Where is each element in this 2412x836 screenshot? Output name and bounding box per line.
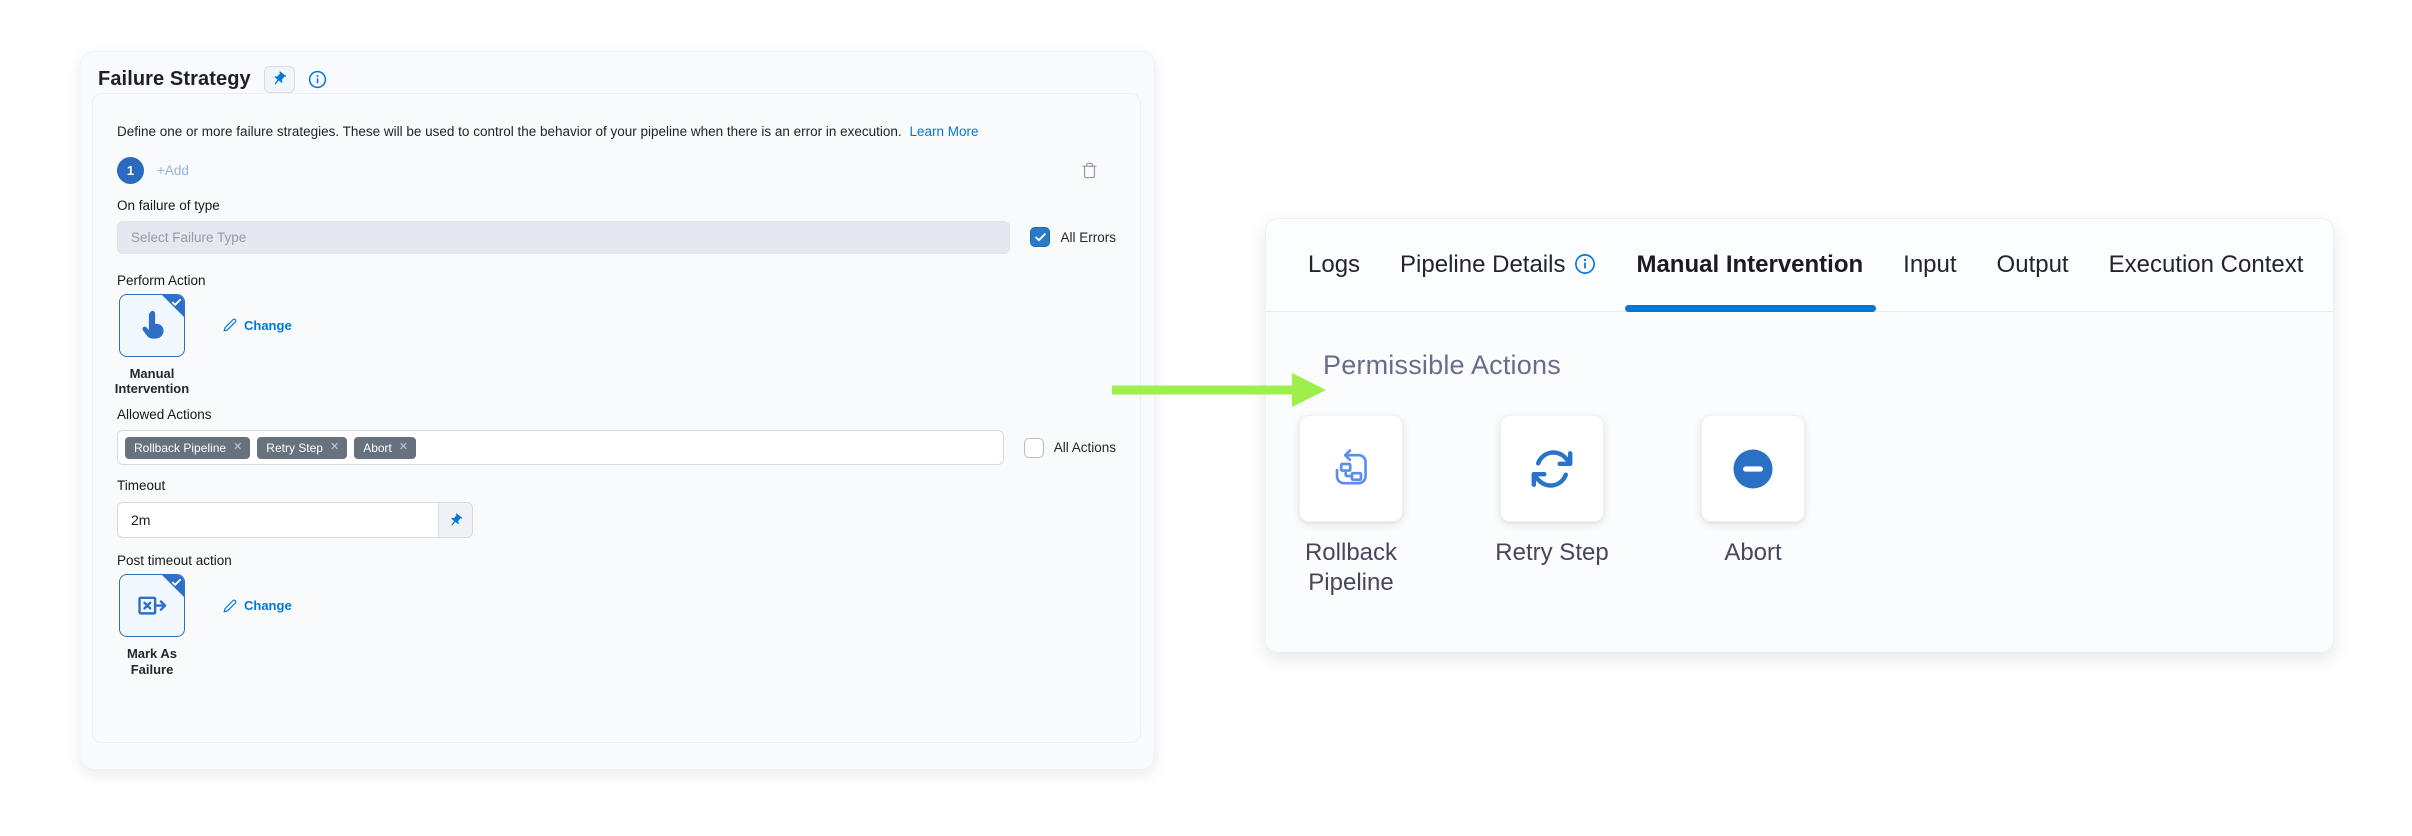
- tag-label: Rollback Pipeline: [134, 441, 226, 455]
- tag-abort: Abort ✕: [354, 437, 416, 459]
- timeout-input[interactable]: [117, 502, 439, 538]
- change-post-timeout-link[interactable]: Change: [223, 598, 292, 613]
- tab-label: Pipeline Details: [1400, 251, 1565, 279]
- allowed-actions-label: Allowed Actions: [117, 407, 1116, 422]
- all-actions-label: All Actions: [1054, 440, 1116, 455]
- remove-tag-button[interactable]: ✕: [330, 442, 339, 453]
- retry-step-icon: [1529, 446, 1575, 492]
- allowed-actions-row: Rollback Pipeline ✕ Retry Step ✕ Abort ✕…: [117, 430, 1116, 465]
- action-label: Retry Step: [1495, 538, 1608, 568]
- strategy-number-badge[interactable]: 1: [117, 157, 144, 184]
- all-actions-checkbox-group[interactable]: All Actions: [1024, 438, 1116, 458]
- all-errors-checkbox[interactable]: [1030, 227, 1050, 247]
- rollback-pipeline-button[interactable]: [1299, 415, 1403, 522]
- change-action-link[interactable]: Change: [223, 318, 292, 333]
- tag-label: Abort: [363, 441, 392, 455]
- permissible-action-rollback-pipeline: Rollback Pipeline: [1276, 415, 1426, 598]
- pencil-icon: [223, 599, 237, 613]
- all-errors-label: All Errors: [1060, 230, 1116, 245]
- tab-manual-intervention[interactable]: Manual Intervention: [1636, 219, 1863, 312]
- failure-type-row: All Errors: [117, 221, 1116, 254]
- post-timeout-row: Mark As Failure Change: [117, 574, 1116, 677]
- pin-icon: [271, 71, 287, 87]
- info-icon[interactable]: [308, 70, 327, 89]
- timeout-label: Timeout: [117, 478, 1116, 493]
- add-strategy-button[interactable]: +Add: [157, 163, 189, 178]
- tab-label: Output: [1997, 251, 2069, 279]
- perform-action-row: Manual Intervention Change: [117, 294, 1116, 397]
- perform-action-value: Manual Intervention: [112, 366, 192, 397]
- tab-output[interactable]: Output: [1997, 219, 2069, 312]
- all-actions-checkbox[interactable]: [1024, 438, 1044, 458]
- tab-bar: Logs Pipeline Details Manual Interventio…: [1266, 219, 2333, 312]
- abort-button[interactable]: [1701, 415, 1805, 522]
- pencil-icon: [223, 318, 237, 332]
- remove-tag-button[interactable]: ✕: [399, 442, 408, 453]
- selected-check-icon: [171, 577, 182, 588]
- details-panel: Logs Pipeline Details Manual Interventio…: [1265, 218, 2334, 652]
- all-errors-checkbox-group[interactable]: All Errors: [1030, 227, 1116, 247]
- pin-icon: [448, 513, 463, 528]
- abort-icon: [1730, 446, 1776, 492]
- retry-step-button[interactable]: [1500, 415, 1604, 522]
- tab-logs[interactable]: Logs: [1308, 219, 1360, 312]
- tab-input[interactable]: Input: [1903, 219, 1956, 312]
- failure-strategy-panel: Failure Strategy Define one or more fail…: [80, 51, 1155, 770]
- check-icon: [1034, 231, 1047, 244]
- permissible-action-retry-step: Retry Step: [1477, 415, 1627, 598]
- manual-intervention-content: Permissible Actions Rollback Pipeline: [1266, 312, 2333, 652]
- learn-more-link[interactable]: Learn More: [909, 124, 978, 139]
- info-icon: [1574, 253, 1596, 275]
- action-label: Rollback Pipeline: [1276, 538, 1426, 598]
- change-label: Change: [244, 318, 292, 333]
- tag-rollback-pipeline: Rollback Pipeline ✕: [125, 437, 250, 459]
- strategy-form: Define one or more failure strategies. T…: [92, 93, 1141, 743]
- on-failure-label: On failure of type: [117, 198, 1116, 213]
- panel-header: Failure Strategy: [81, 52, 1154, 93]
- tab-label: Input: [1903, 251, 1956, 279]
- manual-intervention-card[interactable]: [119, 294, 185, 357]
- tab-execution-context[interactable]: Execution Context: [2109, 219, 2304, 312]
- section-title: Permissible Actions: [1323, 350, 2333, 381]
- timeout-row: [117, 502, 1116, 538]
- arrow-annotation: [1100, 371, 1340, 409]
- tab-label: Manual Intervention: [1636, 251, 1863, 279]
- info-icon-glyph: [308, 70, 327, 89]
- tab-pipeline-details[interactable]: Pipeline Details: [1400, 219, 1596, 312]
- timeout-pin-button[interactable]: [439, 502, 473, 538]
- pin-button[interactable]: [264, 66, 295, 93]
- permissible-actions: Rollback Pipeline Retry Step: [1276, 415, 2333, 598]
- change-label: Change: [244, 598, 292, 613]
- panel-title: Failure Strategy: [98, 68, 251, 91]
- failure-type-select[interactable]: [117, 221, 1010, 254]
- allowed-actions-input[interactable]: Rollback Pipeline ✕ Retry Step ✕ Abort ✕: [117, 430, 1004, 465]
- strategy-list-row: 1 +Add: [117, 157, 1116, 184]
- rollback-pipeline-icon: [1328, 446, 1374, 492]
- mark-as-failure-card[interactable]: [119, 574, 185, 637]
- description-text: Define one or more failure strategies. T…: [117, 124, 902, 139]
- tab-label: Execution Context: [2109, 251, 2304, 279]
- post-timeout-value: Mark As Failure: [120, 646, 184, 677]
- selected-check-icon: [171, 297, 182, 308]
- post-timeout-label: Post timeout action: [117, 553, 1116, 568]
- permissible-action-abort: Abort: [1678, 415, 1828, 598]
- tab-label: Logs: [1308, 251, 1360, 279]
- strategy-description: Define one or more failure strategies. T…: [117, 123, 1116, 141]
- tag-retry-step: Retry Step ✕: [257, 437, 347, 459]
- remove-tag-button[interactable]: ✕: [233, 442, 242, 453]
- trash-icon: [1081, 162, 1098, 179]
- tag-label: Retry Step: [266, 441, 323, 455]
- perform-action-label: Perform Action: [117, 273, 1116, 288]
- delete-strategy-button[interactable]: [1081, 162, 1098, 179]
- action-label: Abort: [1724, 538, 1781, 568]
- info-icon-glyph: [1574, 253, 1596, 275]
- page: Failure Strategy Define one or more fail…: [0, 0, 2412, 836]
